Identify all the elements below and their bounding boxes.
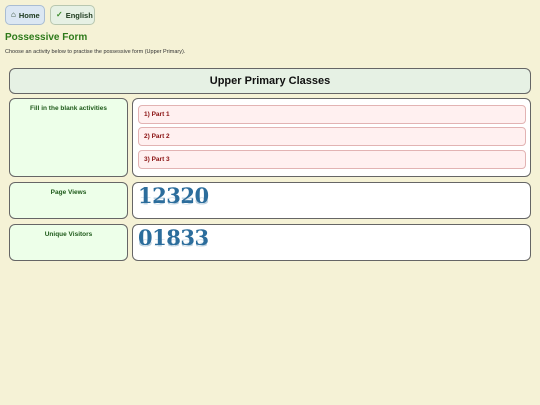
page-views-reflection: 12320 — [138, 195, 209, 207]
unique-visitors-label-cell: Unique Visitors — [9, 224, 128, 261]
unique-visitors-counter: 01833 01833 — [138, 227, 209, 256]
home-button[interactable]: ⌂ Home — [5, 5, 45, 25]
classes-header: Upper Primary Classes — [9, 68, 531, 94]
unique-visitors-reflection: 01833 — [138, 237, 209, 249]
english-button[interactable]: ✓ English — [50, 5, 95, 25]
activity-part-3-link[interactable]: 3) Part 3 — [138, 150, 526, 169]
activity-part-1-link[interactable]: 1) Part 1 — [138, 105, 526, 124]
activities-label-cell: Fill in the blank activities — [9, 98, 128, 177]
page-views-cell: 12320 12320 — [132, 182, 531, 219]
home-label: Home — [18, 10, 40, 20]
house-icon: ⌂ — [11, 10, 16, 19]
unique-visitors-cell: 01833 01833 — [132, 224, 531, 261]
checkmark-icon: ✓ — [56, 10, 63, 19]
activities-label: Fill in the blank activities — [30, 105, 107, 112]
unique-visitors-label: Unique Visitors — [44, 231, 93, 238]
page-views-label-cell: Page Views — [9, 182, 128, 219]
page-title: Possessive Form — [5, 32, 88, 43]
page-views-counter: 12320 12320 — [138, 185, 209, 214]
english-label: English — [65, 10, 93, 20]
activity-part-1-label: 1) Part 1 — [144, 111, 170, 118]
activities-cell: 1) Part 1 2) Part 2 3) Part 3 — [132, 98, 531, 177]
activity-part-3-label: 3) Part 3 — [144, 156, 170, 163]
classes-header-label: Upper Primary Classes — [209, 75, 331, 87]
activity-part-2-label: 2) Part 2 — [144, 133, 170, 140]
page-views-label: Page Views — [50, 189, 87, 196]
activity-part-2-link[interactable]: 2) Part 2 — [138, 127, 526, 146]
page-subtitle: Choose an activity below to practise the… — [5, 49, 186, 55]
